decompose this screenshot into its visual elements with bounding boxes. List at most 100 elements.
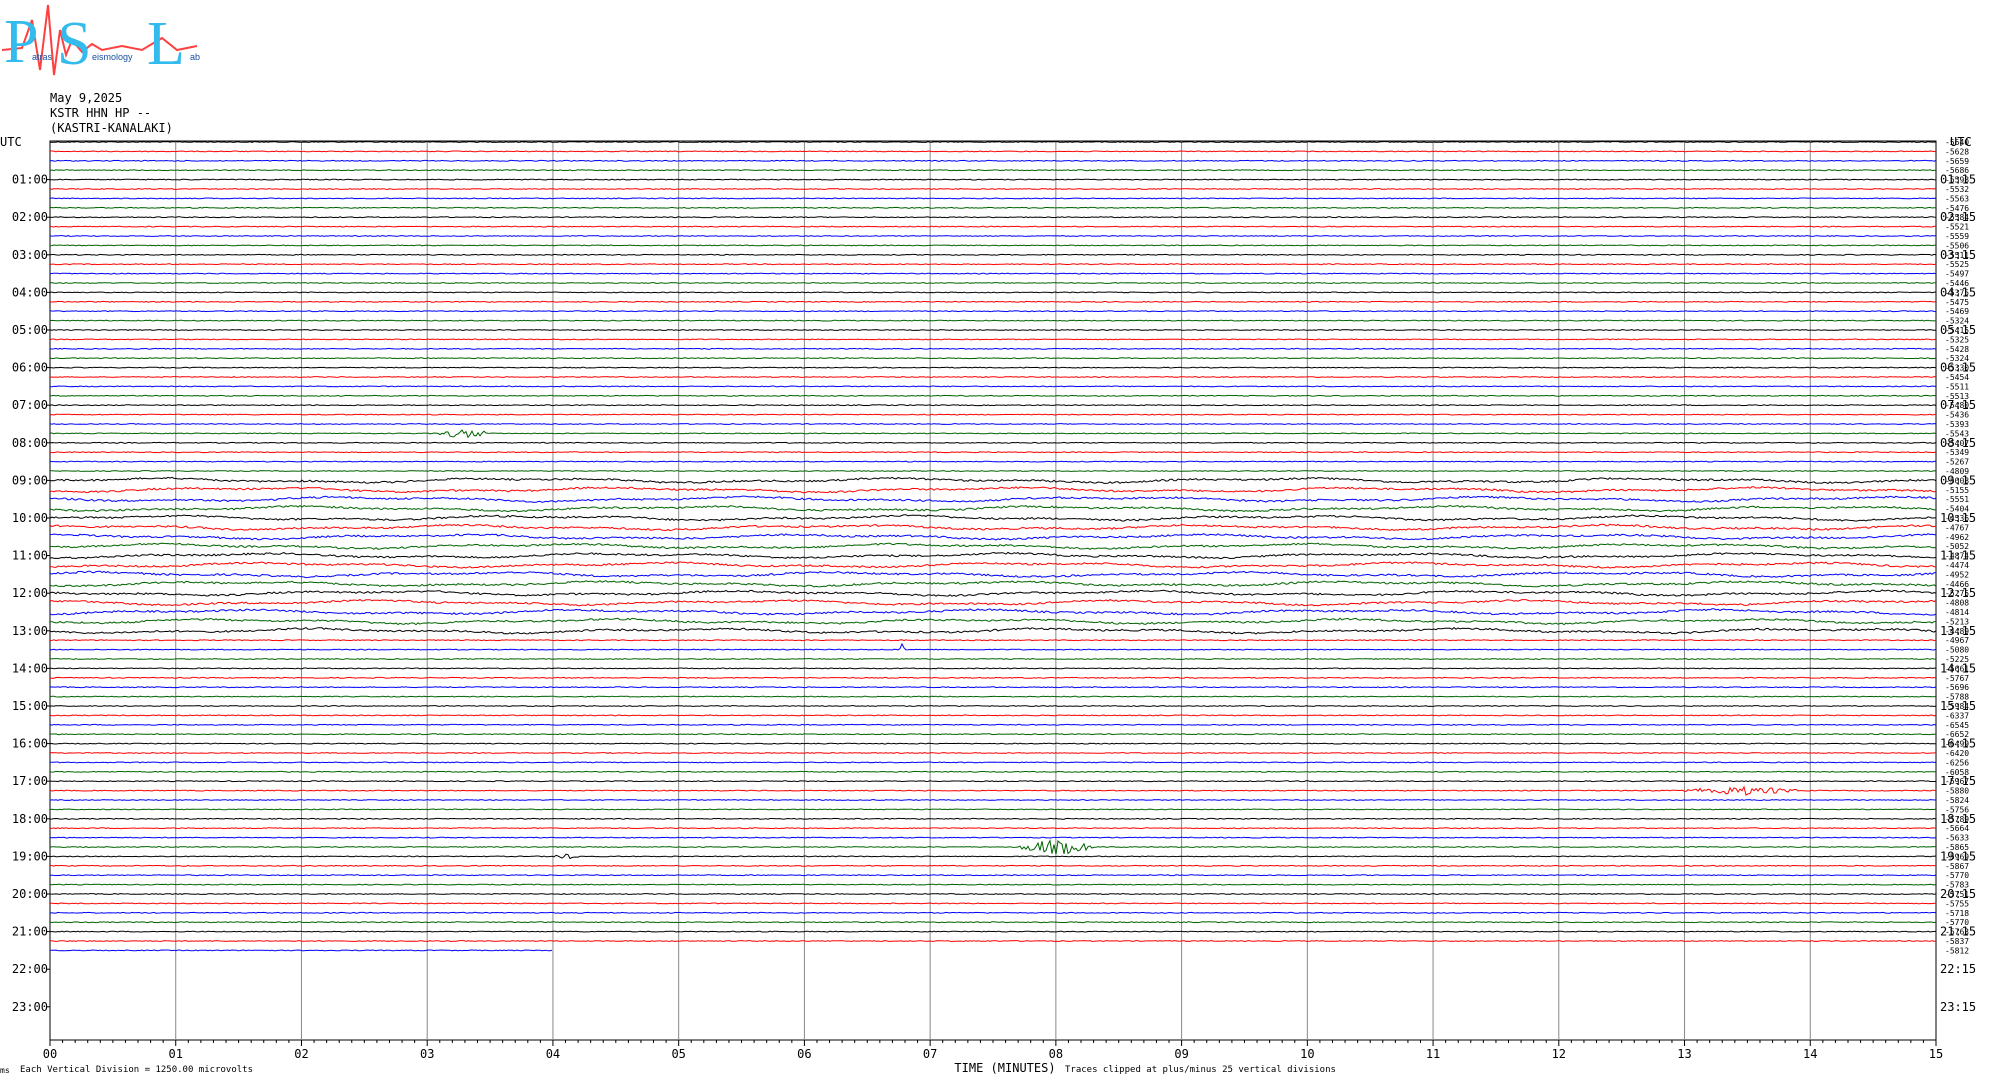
seismic-trace bbox=[49, 533, 1937, 541]
seismic-trace bbox=[49, 460, 1937, 463]
trace-offset-label: -5763 bbox=[1945, 928, 1969, 937]
hour-label-left: 04:00 bbox=[12, 285, 48, 299]
seismic-trace bbox=[50, 150, 1937, 153]
seismic-trace bbox=[49, 197, 1937, 200]
hour-label-left: 20:00 bbox=[12, 887, 48, 901]
hour-label-left: 23:00 bbox=[12, 1000, 48, 1014]
hour-label-left: 17:00 bbox=[12, 774, 48, 788]
seismic-trace bbox=[49, 642, 1937, 651]
seismic-trace bbox=[49, 639, 1937, 642]
trace-offset-label: -5155 bbox=[1945, 486, 1969, 495]
trace-offset-label: -5324 bbox=[1945, 317, 1969, 326]
seismic-trace bbox=[50, 667, 1937, 670]
footer-vertical-division: Each Vertical Division = 1250.00 microvo… bbox=[20, 1065, 253, 1075]
seismic-trace bbox=[49, 338, 1937, 341]
trace-offset-label: -5330 bbox=[1945, 364, 1969, 373]
trace-offset-label: -5584 bbox=[1945, 213, 1969, 222]
seismic-trace bbox=[49, 836, 1937, 839]
seismic-trace bbox=[49, 514, 1937, 522]
trace-offset-label: -4466 bbox=[1945, 580, 1969, 589]
trace-offset-label: -5325 bbox=[1945, 335, 1969, 344]
hour-label-left: 02:00 bbox=[12, 210, 48, 224]
trace-offset-label: -5375 bbox=[1945, 288, 1969, 297]
trace-offset-label: -5469 bbox=[1945, 307, 1969, 316]
hour-label-left: 18:00 bbox=[12, 812, 48, 826]
trace-offset-label: -5967 bbox=[1945, 777, 1969, 786]
seismic-trace bbox=[49, 376, 1937, 378]
x-tick-label: 01 bbox=[169, 1047, 183, 1061]
seismic-trace bbox=[50, 761, 1936, 764]
seismic-trace bbox=[49, 476, 1937, 485]
seismic-trace bbox=[49, 413, 1937, 416]
seismic-trace bbox=[49, 853, 1937, 860]
trace-offset-label: -5755 bbox=[1945, 899, 1969, 908]
trace-offset-label: -4809 bbox=[1945, 467, 1969, 476]
trace-offset-label: -5052 bbox=[1945, 542, 1969, 551]
trace-offset-label: -5969 bbox=[1945, 852, 1969, 861]
trace-offset-label: -5718 bbox=[1945, 909, 1969, 918]
trace-offset-label: -5404 bbox=[1945, 505, 1969, 514]
seismic-trace bbox=[49, 874, 1937, 877]
seismic-trace bbox=[49, 617, 1937, 626]
trace-offset-label: -5511 bbox=[1945, 251, 1969, 260]
x-tick-label: 11 bbox=[1426, 1047, 1440, 1061]
seismic-trace bbox=[49, 385, 1937, 388]
seismic-trace bbox=[49, 598, 1937, 607]
trace-offset-label: -5559 bbox=[1945, 232, 1969, 241]
trace-offset-label: -5756 bbox=[1945, 805, 1969, 814]
trace-offset-label: -5407 bbox=[1945, 439, 1969, 448]
trace-offset-label: -5393 bbox=[1945, 420, 1969, 429]
trace-offset-label: -5633 bbox=[1945, 834, 1969, 843]
seismic-trace bbox=[49, 589, 1937, 597]
trace-offset-label: -6420 bbox=[1945, 749, 1969, 758]
seismic-trace bbox=[49, 770, 1937, 773]
hour-label-left: 07:00 bbox=[12, 398, 48, 412]
trace-offset-label: -5436 bbox=[1945, 411, 1969, 420]
trace-offset-label: -5428 bbox=[1945, 345, 1969, 354]
trace-offset-label: -5480 bbox=[1945, 401, 1969, 410]
trace-offset-label: -5267 bbox=[1945, 458, 1969, 467]
footer-clipping-note: Traces clipped at plus/minus 25 vertical… bbox=[1065, 1065, 1336, 1075]
x-axis-label: TIME (MINUTES) bbox=[954, 1061, 1055, 1075]
trace-offset-label: -5664 bbox=[1945, 824, 1969, 833]
seismic-trace bbox=[49, 686, 1937, 689]
seismic-trace bbox=[49, 495, 1937, 503]
seismic-trace bbox=[49, 470, 1937, 472]
seismic-trace bbox=[49, 817, 1937, 820]
trace-offset-label: -5767 bbox=[1945, 674, 1969, 683]
trace-offset-label: -5598 bbox=[1945, 176, 1969, 185]
x-tick-label: 06 bbox=[797, 1047, 811, 1061]
hour-label-left: 08:00 bbox=[12, 436, 48, 450]
seismic-trace bbox=[49, 319, 1937, 322]
trace-offset-label: -5751 bbox=[1945, 890, 1969, 899]
trace-offset-label: -5770 bbox=[1945, 871, 1969, 880]
trace-offset-label: -5225 bbox=[1945, 655, 1969, 664]
x-tick-label: 09 bbox=[1174, 1047, 1188, 1061]
seismic-trace bbox=[49, 310, 1937, 313]
seismic-trace bbox=[49, 949, 553, 952]
seismic-trace bbox=[49, 141, 1937, 143]
hour-label-left: 03:00 bbox=[12, 248, 48, 262]
x-tick-label: 07 bbox=[923, 1047, 937, 1061]
hour-label-left: 22:00 bbox=[12, 962, 48, 976]
seismic-trace bbox=[49, 486, 1937, 494]
trace-offset-label: -5563 bbox=[1945, 194, 1969, 203]
seismic-trace bbox=[49, 169, 1937, 172]
seismic-trace bbox=[49, 366, 1937, 369]
trace-offset-label: -5812 bbox=[1945, 946, 1969, 955]
trace-offset-label: -6337 bbox=[1945, 711, 1969, 720]
seismic-trace bbox=[49, 357, 1937, 360]
hour-label-left: 14:00 bbox=[12, 661, 48, 675]
trace-offset-label: -5628 bbox=[1945, 147, 1969, 156]
hour-label-left: 15:00 bbox=[12, 699, 48, 713]
seismic-trace bbox=[49, 282, 1937, 284]
trace-offset-label: -5770 bbox=[1945, 918, 1969, 927]
seismic-trace bbox=[49, 695, 1937, 698]
trace-offset-label: -5349 bbox=[1945, 448, 1969, 457]
footer-mark: ms bbox=[0, 1066, 10, 1075]
trace-offset-label: -5008 bbox=[1945, 476, 1969, 485]
seismic-trace bbox=[49, 911, 1937, 914]
seismic-trace bbox=[49, 921, 1937, 924]
seismic-trace bbox=[49, 188, 1937, 190]
seismic-trace bbox=[49, 864, 1937, 867]
